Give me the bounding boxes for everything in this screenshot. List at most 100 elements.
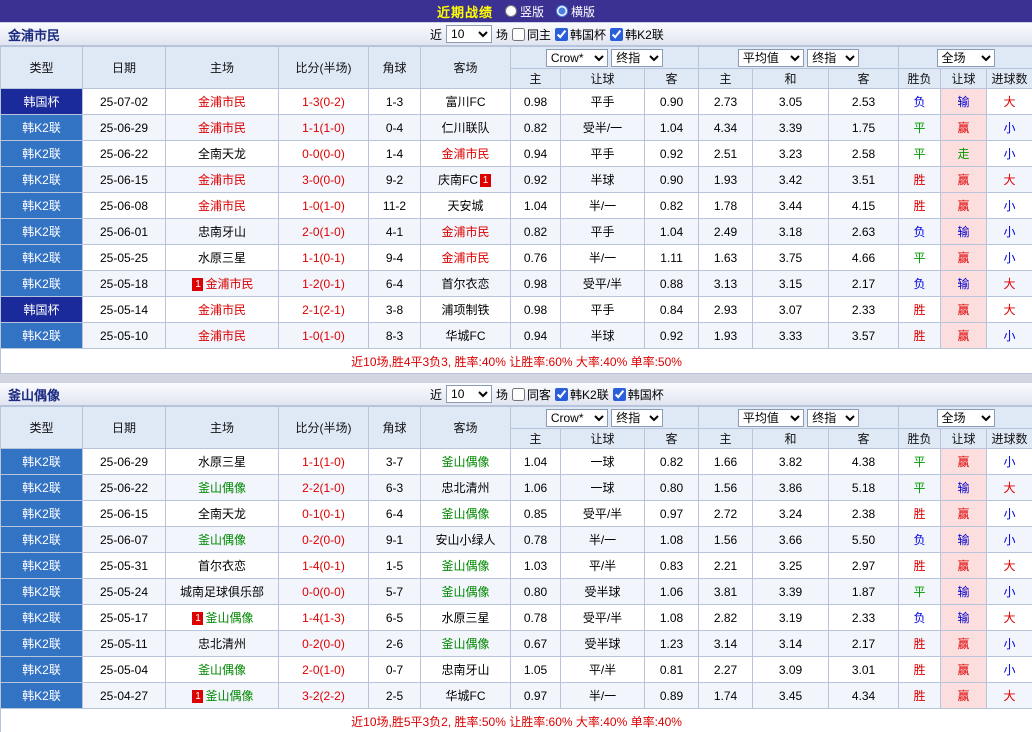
avg-draw-cell: 3.75 [753,245,829,271]
result-wdl-cell: 平 [899,141,941,167]
avg-draw-cell: 3.07 [753,297,829,323]
avg-home-cell: 2.27 [699,657,753,683]
odds-source-select[interactable]: Crow* [546,409,608,427]
odds-home-cell: 0.98 [511,297,561,323]
col-avg-home: 主 [699,69,753,89]
league-cell: 韩K2联 [1,167,83,193]
avg-final-select[interactable]: 终指 [807,49,859,67]
busan-section: 釜山偶像 近 10 场 同客 韩K2联 韩国杯 [0,382,1032,732]
match-count-select[interactable]: 10 [446,385,492,403]
filter-bar: 近 10 场 同客 韩K2联 韩国杯 [430,383,664,405]
score-cell: 1-1(1-0) [279,449,369,475]
league-filter-2[interactable]: 韩国杯 [613,386,664,403]
match-count-select[interactable]: 10 [446,25,492,43]
league-filter-1[interactable]: 韩国杯 [555,26,606,43]
league-filter-1[interactable]: 韩K2联 [555,386,609,403]
avg-draw-cell: 3.23 [753,141,829,167]
avg-away-cell: 5.18 [829,475,899,501]
league-filter-2[interactable]: 韩K2联 [610,26,664,43]
match-row: 韩国杯25-05-14金浦市民2-1(2-1)3-8浦项制铁0.98平手0.84… [1,297,1032,323]
result-goals-cell: 小 [987,631,1032,657]
odds-source-select[interactable]: Crow* [546,49,608,67]
league-filter-1-checkbox[interactable] [555,28,568,41]
away-team-cell: 首尔衣恋 [421,271,511,297]
league-filter-1-label: 韩国杯 [570,26,606,43]
result-goals-cell: 大 [987,683,1032,709]
avg-home-cell: 2.21 [699,553,753,579]
away-team-name: 安山小绿人 [435,533,495,547]
away-team-cell: 忠北清州 [421,475,511,501]
avg-odds-select[interactable]: 平均值 [738,49,804,67]
matches-table: 类型 日期 主场 比分(半场) 角球 客场 Crow* 终指 平均值 终指 全场 [0,46,1032,374]
odds-away-cell: 0.88 [645,271,699,297]
league-filter-2-checkbox[interactable] [613,388,626,401]
result-wdl-cell: 胜 [899,167,941,193]
odds-away-cell: 0.97 [645,501,699,527]
same-venue-option[interactable]: 同客 [512,386,551,403]
avg-home-cell: 3.14 [699,631,753,657]
avg-draw-cell: 3.39 [753,579,829,605]
odds-handicap-cell: 平/半 [561,657,645,683]
result-goals-cell: 小 [987,245,1032,271]
corner-cell: 2-5 [369,683,421,709]
home-team-cell: 忠南牙山 [166,219,279,245]
fulltime-select-group: 全场 [899,47,1032,69]
result-handicap-cell: 输 [941,605,987,631]
away-team-cell: 庆南FC1 [421,167,511,193]
avg-draw-cell: 3.66 [753,527,829,553]
result-wdl-cell: 胜 [899,323,941,349]
odds-final-select[interactable]: 终指 [611,49,663,67]
match-row: 韩K2联25-06-29水原三星1-1(1-0)3-7釜山偶像1.04一球0.8… [1,449,1032,475]
odds-home-cell: 0.82 [511,115,561,141]
corner-cell: 9-1 [369,527,421,553]
games-label: 场 [496,386,508,403]
layout-option-horizontal[interactable]: 横版 [556,3,595,20]
fulltime-select[interactable]: 全场 [937,49,995,67]
away-team-name: 金浦市民 [441,147,489,161]
away-team-cell: 忠南牙山 [421,657,511,683]
odds-final-select[interactable]: 终指 [611,409,663,427]
avg-draw-cell: 3.45 [753,683,829,709]
date-cell: 25-05-14 [83,297,166,323]
same-venue-checkbox[interactable] [512,388,525,401]
result-goals-cell: 大 [987,167,1032,193]
odds-handicap-cell: 半/一 [561,527,645,553]
fulltime-select[interactable]: 全场 [937,409,995,427]
league-filter-1-checkbox[interactable] [555,388,568,401]
avg-select-group: 平均值 终指 [699,47,899,69]
score-cell: 0-2(0-0) [279,631,369,657]
layout-option-vertical[interactable]: 竖版 [505,3,544,20]
col-odds-away: 客 [645,69,699,89]
home-team-cell: 城南足球俱乐部 [166,579,279,605]
vertical-radio[interactable] [505,5,517,17]
odds-handicap-cell: 半球 [561,167,645,193]
score-cell: 3-2(2-2) [279,683,369,709]
avg-away-cell: 3.51 [829,167,899,193]
same-venue-checkbox[interactable] [512,28,525,41]
horizontal-radio[interactable] [556,5,568,17]
avg-away-cell: 2.53 [829,89,899,115]
avg-away-cell: 3.01 [829,657,899,683]
away-team-cell: 釜山偶像 [421,631,511,657]
league-filter-2-checkbox[interactable] [610,28,623,41]
date-cell: 25-05-18 [83,271,166,297]
home-team-name: 釜山偶像 [205,689,253,703]
odds-away-cell: 0.80 [645,475,699,501]
home-team-name: 忠南牙山 [198,225,246,239]
odds-handicap-cell: 一球 [561,475,645,501]
red-card-badge: 1 [480,174,491,187]
away-team-name: 水原三星 [441,611,489,625]
home-team-name: 金浦市民 [198,303,246,317]
same-venue-option[interactable]: 同主 [512,26,551,43]
result-handicap-cell: 输 [941,219,987,245]
corner-cell: 1-4 [369,141,421,167]
score-cell: 0-1(0-1) [279,501,369,527]
league-cell: 韩K2联 [1,449,83,475]
corner-cell: 1-5 [369,553,421,579]
odds-home-cell: 1.05 [511,657,561,683]
match-row: 韩K2联25-04-271釜山偶像3-2(2-2)2-5华城FC0.97半/一0… [1,683,1032,709]
avg-odds-select[interactable]: 平均值 [738,409,804,427]
corner-cell: 9-4 [369,245,421,271]
avg-home-cell: 3.13 [699,271,753,297]
avg-final-select[interactable]: 终指 [807,409,859,427]
